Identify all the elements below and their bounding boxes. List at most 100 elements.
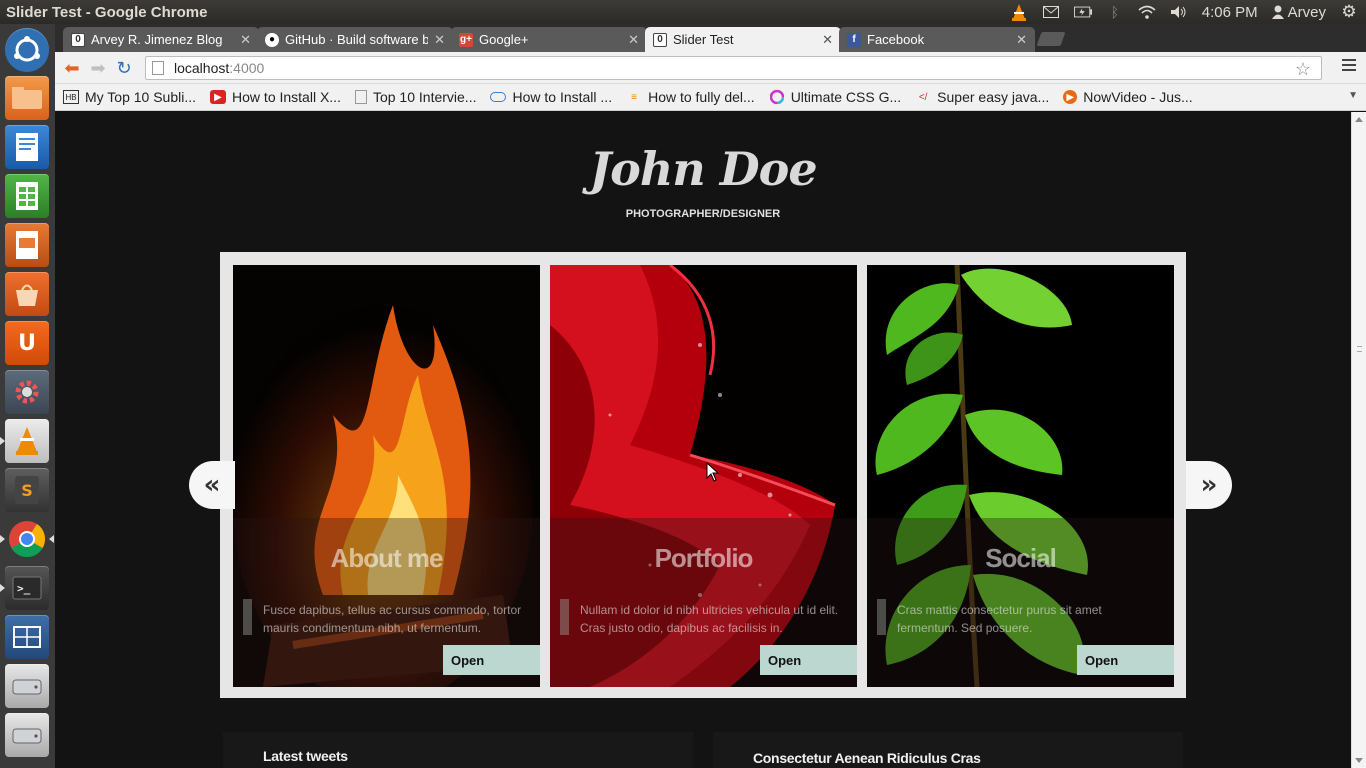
code-favicon-icon: </ [918, 91, 928, 103]
forward-arrow-icon[interactable]: ➡ [87, 58, 109, 79]
svg-text:>_: >_ [17, 582, 31, 595]
unity-launcher: U S >_ [0, 24, 55, 768]
bookmark-item[interactable]: ▶ NowVideo - Jus... [1063, 89, 1193, 105]
terminal-running-indicator [0, 584, 5, 592]
user-icon [1271, 4, 1284, 20]
browser-toolbar: ⬅ ➡ ↻ localhost :4000 ☆ [55, 52, 1366, 84]
gear-icon[interactable]: ⚙ [1340, 2, 1358, 21]
open-button[interactable]: Open [1077, 645, 1174, 675]
clock[interactable]: 4:06 PM [1202, 4, 1258, 21]
bookmark-item[interactable]: How to Install ... [490, 89, 612, 105]
bookmark-star-icon[interactable]: ☆ [1295, 59, 1311, 80]
battery-icon[interactable] [1073, 4, 1092, 20]
slider: About me Fusce dapibus, tellus ac cursus… [220, 252, 1186, 698]
writer-icon[interactable] [5, 125, 49, 169]
nowvideo-favicon-icon: ▶ [1063, 90, 1078, 104]
dash-home-icon[interactable] [5, 28, 49, 72]
blog-favicon-icon: 0 [71, 32, 85, 47]
web-page: John Doe PHOTOGRAPHER/DESIGNER About me … [55, 112, 1351, 768]
bookmarks-bar: HB My Top 10 Subli... ▶ How to Install X… [55, 84, 1366, 111]
chrome-menu-icon[interactable] [1342, 59, 1356, 73]
tab-google-plus[interactable]: g+ Google+ ✕ [451, 27, 647, 52]
page-favicon-icon: 0 [653, 32, 667, 47]
sublime-text-icon[interactable]: S [5, 468, 49, 512]
panel-accent-bar [243, 599, 252, 635]
address-port: :4000 [229, 60, 265, 76]
os-top-panel: Slider Test - Google Chrome ᛒ 4:06 PM Ar… [0, 0, 1366, 24]
panel-title: Portfolio [654, 543, 754, 573]
bookmark-label: How to Install ... [512, 89, 613, 105]
vlc-icon[interactable] [5, 419, 49, 463]
chrome-icon[interactable] [5, 517, 49, 561]
drive-icon[interactable] [5, 664, 49, 708]
bookmark-label: Top 10 Intervie... [372, 89, 477, 105]
address-host: localhost [174, 60, 230, 76]
panel-title: About me [330, 543, 444, 573]
drive-2-icon[interactable] [5, 713, 49, 757]
indicator-area: ᛒ 4:06 PM Arvey ⚙ [1010, 0, 1358, 24]
open-button[interactable]: Open [443, 645, 540, 675]
scroll-down-arrow-icon[interactable] [1355, 758, 1363, 763]
software-center-icon[interactable] [5, 272, 49, 316]
tab-github[interactable]: ● GitHub · Build software be ✕ [257, 27, 453, 52]
bookmark-item[interactable]: ▶ How to Install X... [210, 89, 341, 105]
vlc-running-indicator [0, 437, 5, 445]
workspaces-icon[interactable] [5, 615, 49, 659]
slider-panel-social[interactable]: Social Cras mattis consectetur purus sit… [867, 265, 1174, 687]
slider-panel-portfolio[interactable]: Portfolio Nullam id dolor id nibh ultric… [550, 265, 857, 687]
scroll-thumb-grip[interactable] [1357, 346, 1362, 352]
panel-description: Nullam id dolor id nibh ultricies vehicu… [580, 603, 839, 635]
tab-blog[interactable]: 0 Arvey R. Jimenez Blog ✕ [63, 27, 259, 52]
slider-next-button[interactable]: » [1186, 461, 1232, 509]
bookmark-label: Super easy java... [937, 89, 1050, 105]
page-icon [354, 90, 367, 104]
system-settings-icon[interactable] [5, 370, 49, 414]
close-icon[interactable]: ✕ [628, 32, 639, 48]
back-arrow-icon[interactable]: ⬅ [61, 58, 83, 79]
bookmark-item[interactable]: Top 10 Intervie... [354, 89, 477, 105]
chrome-focused-indicator [49, 535, 54, 543]
wifi-icon[interactable] [1138, 4, 1156, 20]
tab-facebook[interactable]: f Facebook ✕ [839, 27, 1035, 52]
new-tab-button[interactable] [1036, 32, 1066, 46]
volume-icon[interactable] [1170, 4, 1188, 20]
bookmark-item[interactable]: </ Super easy java... [915, 89, 1049, 105]
page-icon [152, 61, 164, 75]
user-menu[interactable]: Arvey [1271, 4, 1326, 21]
svg-text:S: S [21, 481, 33, 500]
files-icon[interactable] [5, 76, 49, 120]
reload-icon[interactable]: ↻ [113, 58, 135, 79]
bookmark-label: My Top 10 Subli... [85, 89, 197, 105]
bookmark-label: Ultimate CSS G... [790, 89, 902, 105]
panel-description: Cras mattis consectetur purus sit amet f… [897, 603, 1102, 635]
slider-prev-button[interactable]: « [189, 461, 235, 509]
page-scrollbar[interactable] [1351, 112, 1366, 768]
vlc-tray-icon[interactable] [1010, 4, 1028, 21]
ubuntu-one-icon[interactable]: U [5, 321, 49, 365]
close-icon[interactable]: ✕ [240, 32, 251, 48]
terminal-icon[interactable]: >_ [5, 566, 49, 610]
hb-favicon-icon: HB [63, 90, 79, 104]
tab-slider-test[interactable]: 0 Slider Test ✕ [645, 27, 841, 52]
bookmark-item[interactable]: ≡ How to fully del... [626, 89, 755, 105]
panel-accent-bar [877, 599, 886, 635]
calc-icon[interactable] [5, 174, 49, 218]
tab-title: Facebook [867, 32, 925, 47]
youtube-favicon-icon: ▶ [210, 90, 227, 104]
open-button[interactable]: Open [760, 645, 857, 675]
bookmark-item[interactable]: HB My Top 10 Subli... [63, 89, 196, 105]
tab-strip: 0 Arvey R. Jimenez Blog ✕ ● GitHub · Bui… [55, 24, 1366, 52]
address-bar[interactable]: localhost :4000 ☆ [145, 56, 1322, 80]
close-icon[interactable]: ✕ [822, 32, 833, 48]
bookmarks-overflow-chevron-icon[interactable]: ▼ [1348, 90, 1358, 101]
mail-icon[interactable] [1042, 4, 1060, 20]
bluetooth-icon[interactable]: ᛒ [1106, 4, 1124, 20]
close-icon[interactable]: ✕ [434, 32, 445, 48]
impress-icon[interactable] [5, 223, 49, 267]
site-subtitle: PHOTOGRAPHER/DESIGNER [625, 208, 781, 220]
bookmark-item[interactable]: Ultimate CSS G... [769, 89, 901, 105]
close-icon[interactable]: ✕ [1016, 32, 1027, 48]
scroll-up-arrow-icon[interactable] [1355, 117, 1363, 122]
slider-panel-about[interactable]: About me Fusce dapibus, tellus ac cursus… [233, 265, 540, 687]
tab-title: Google+ [479, 32, 529, 47]
